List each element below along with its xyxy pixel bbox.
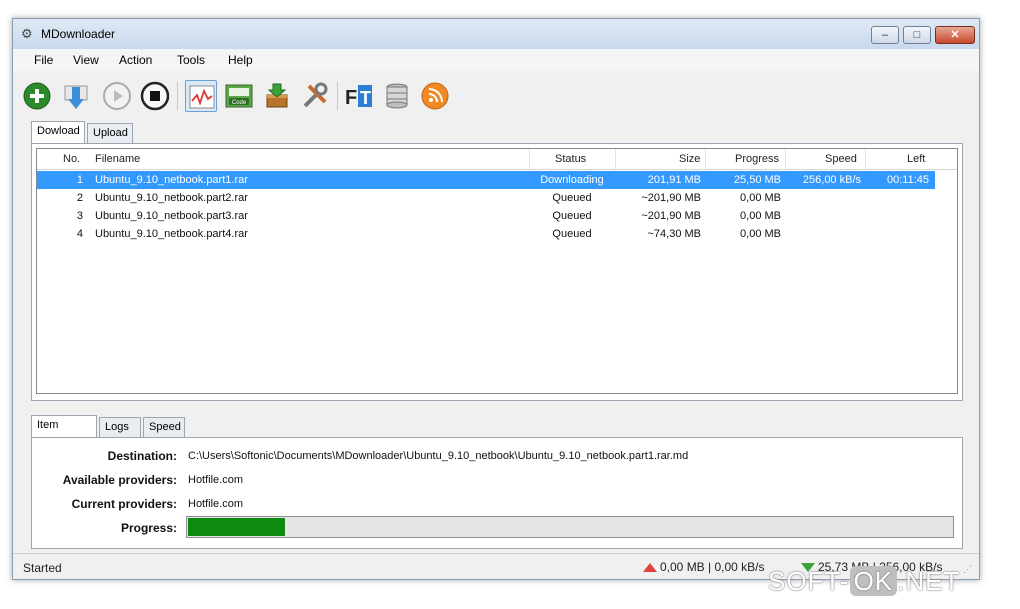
menu-help[interactable]: Help — [228, 53, 253, 67]
available-providers-label: Available providers: — [62, 473, 177, 487]
add-download-icon[interactable] — [21, 80, 53, 112]
close-button[interactable]: ✕ — [935, 26, 975, 44]
watermark-ok: OK — [849, 566, 898, 596]
col-status[interactable]: Status — [555, 153, 586, 165]
destination-label: Destination: — [107, 449, 177, 463]
tab-item-details[interactable]: Item details — [31, 415, 97, 449]
download-list[interactable]: No. Filename Status Size Progress Speed … — [36, 148, 958, 394]
install-package-icon[interactable] — [261, 80, 293, 112]
watermark-right: .NET — [897, 566, 961, 596]
menu-tools[interactable]: Tools — [177, 53, 205, 67]
col-size[interactable]: Size — [679, 153, 700, 165]
svg-text:Code: Code — [232, 100, 247, 106]
current-providers-label: Current providers: — [71, 497, 177, 511]
tab-logs[interactable]: Logs — [99, 417, 141, 437]
item-details-panel: Destination: C:\Users\Softonic\Documents… — [31, 437, 963, 549]
speed-graph-icon[interactable] — [185, 80, 217, 112]
watermark-left: SOFT- — [768, 566, 850, 596]
minimize-button[interactable]: – — [871, 26, 899, 44]
menu-action[interactable]: Action — [119, 53, 152, 67]
download-panel: No. Filename Status Size Progress Speed … — [31, 143, 963, 401]
table-row[interactable]: 2 Ubuntu_9.10_netbook.part2.rar Queued ~… — [37, 189, 935, 207]
database-icon[interactable] — [381, 80, 413, 112]
resize-grip-icon[interactable]: ⋰ — [963, 564, 973, 574]
table-row[interactable]: 1 Ubuntu_9.10_netbook.part1.rar Download… — [37, 171, 935, 189]
watermark-logo: SOFT- OK .NET — [768, 566, 960, 597]
code-icon[interactable]: Code — [223, 80, 255, 112]
app-window: ⚙ MDownloader – □ ✕ File View Action Too… — [12, 18, 980, 580]
col-left[interactable]: Left — [907, 153, 925, 165]
window-title: MDownloader — [41, 27, 116, 41]
list-header: No. Filename Status Size Progress Speed … — [37, 149, 957, 170]
available-providers-value: Hotfile.com — [188, 474, 244, 486]
ft-icon[interactable]: FT — [343, 80, 375, 112]
tools-icon[interactable] — [299, 80, 331, 112]
menu-view[interactable]: View — [73, 53, 99, 67]
menu-bar: File View Action Tools Help — [13, 49, 979, 71]
table-row[interactable]: 3 Ubuntu_9.10_netbook.part3.rar Queued ~… — [37, 207, 935, 225]
current-providers-value: Hotfile.com — [188, 498, 244, 510]
upload-stats: 0,00 MB | 0,00 kB/s — [660, 560, 765, 574]
col-filename[interactable]: Filename — [95, 153, 140, 165]
maximize-button[interactable]: □ — [903, 26, 931, 44]
toolbar: Code FT — [13, 72, 979, 118]
col-no[interactable]: No. — [63, 153, 80, 165]
col-speed[interactable]: Speed — [825, 153, 857, 165]
upload-arrow-icon — [643, 563, 657, 572]
progress-fill — [188, 518, 285, 536]
progress-label: Progress: — [120, 521, 177, 535]
tab-upload[interactable]: Upload — [87, 123, 133, 143]
download-arrow-icon[interactable] — [59, 80, 91, 112]
rss-icon[interactable] — [419, 80, 451, 112]
destination-value: C:\Users\Softonic\Documents\MDownloader\… — [188, 450, 689, 462]
app-gear-icon: ⚙ — [21, 26, 33, 41]
menu-file[interactable]: File — [34, 53, 53, 67]
play-icon[interactable] — [101, 80, 133, 112]
title-bar[interactable]: ⚙ MDownloader – □ ✕ — [13, 19, 979, 49]
col-progress[interactable]: Progress — [735, 153, 779, 165]
stop-icon[interactable] — [139, 80, 171, 112]
svg-text:T: T — [360, 88, 371, 108]
upload-status: 0,00 MB | 0,00 kB/s — [643, 560, 765, 574]
tab-speed[interactable]: Speed — [143, 417, 185, 437]
status-text: Started — [23, 561, 62, 575]
svg-text:F: F — [345, 87, 357, 109]
table-row[interactable]: 4 Ubuntu_9.10_netbook.part4.rar Queued ~… — [37, 225, 935, 243]
progress-bar — [186, 516, 954, 538]
tab-download[interactable]: Dowload — [31, 121, 85, 143]
